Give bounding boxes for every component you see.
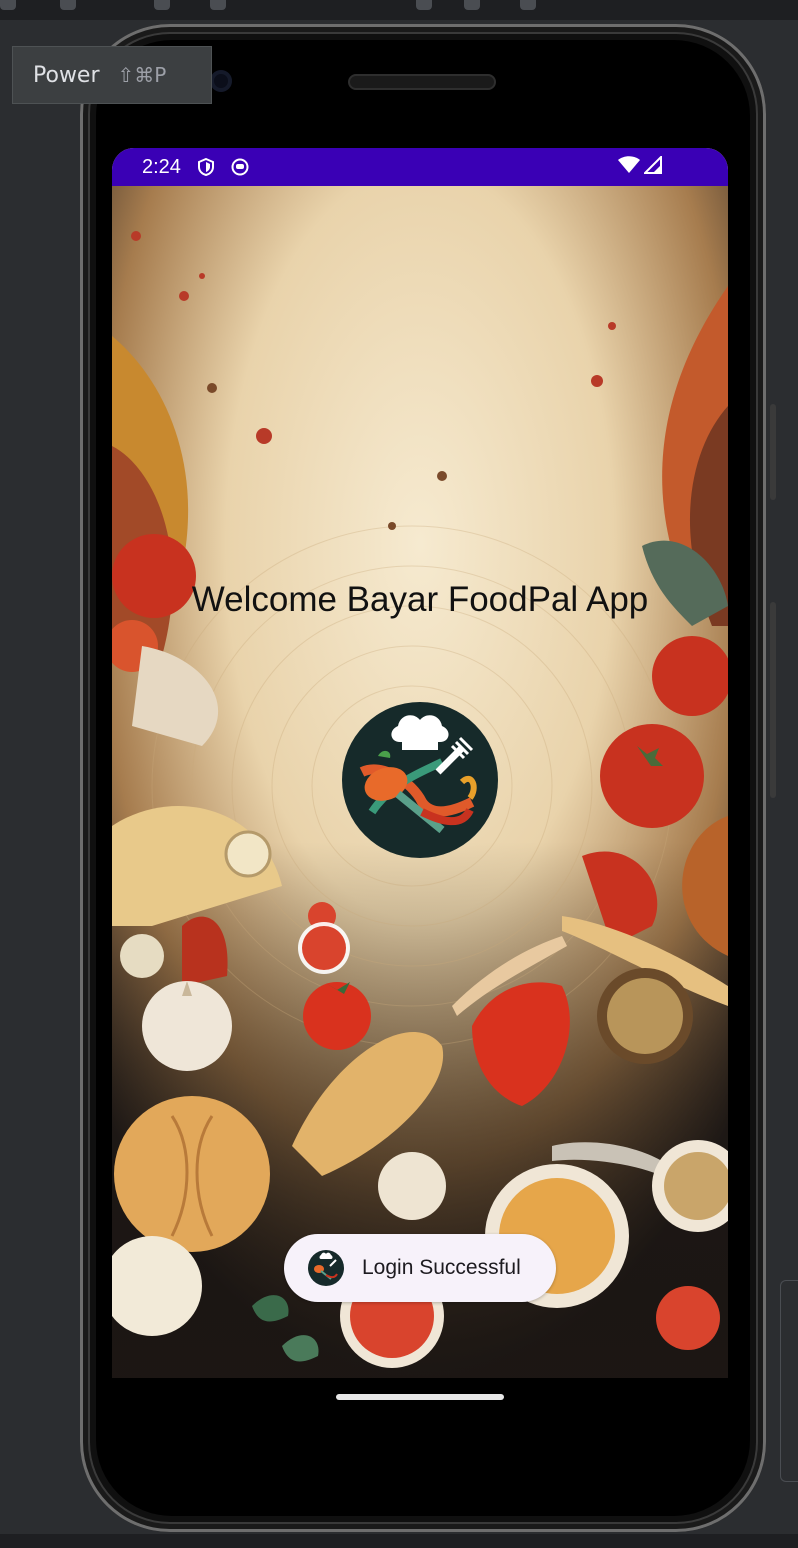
front-camera-icon	[210, 70, 232, 92]
tooltip-shortcut: ⇧⌘P	[117, 63, 167, 87]
toolbar-icon[interactable]	[210, 0, 226, 10]
tooltip-label: Power	[33, 62, 100, 88]
toolbar-icon[interactable]	[464, 0, 480, 10]
side-panel-strip[interactable]	[780, 1280, 798, 1482]
toast-message: Login Successful	[362, 1256, 521, 1279]
toolbar-icon[interactable]	[520, 0, 536, 10]
wifi-icon	[618, 156, 640, 173]
welcome-heading: Welcome Bayar FoodPal App	[191, 580, 649, 619]
power-button[interactable]	[770, 404, 776, 500]
toolbar-icon[interactable]	[0, 0, 16, 10]
toolbar-icon[interactable]	[416, 0, 432, 10]
shield-icon	[197, 158, 214, 176]
app-logo-icon	[342, 702, 498, 858]
app-logo-icon	[308, 1250, 344, 1286]
cellular-signal-icon	[644, 156, 662, 174]
phone-screen: 2:24 Welcome Bayar FoodPal App Login Suc…	[112, 148, 728, 1378]
ide-toolbar	[0, 0, 798, 20]
ide-bottom-bar	[0, 1534, 798, 1548]
volume-button[interactable]	[770, 602, 776, 798]
earpiece-speaker	[348, 74, 496, 90]
status-time: 2:24	[142, 155, 181, 178]
home-indicator[interactable]	[336, 1394, 504, 1400]
login-toast: Login Successful	[284, 1234, 556, 1302]
app-notification-icon	[231, 158, 249, 176]
status-bar: 2:24	[112, 148, 728, 186]
power-tooltip: Power ⇧⌘P	[12, 46, 212, 104]
toolbar-icon[interactable]	[60, 0, 76, 10]
toolbar-icon[interactable]	[154, 0, 170, 10]
